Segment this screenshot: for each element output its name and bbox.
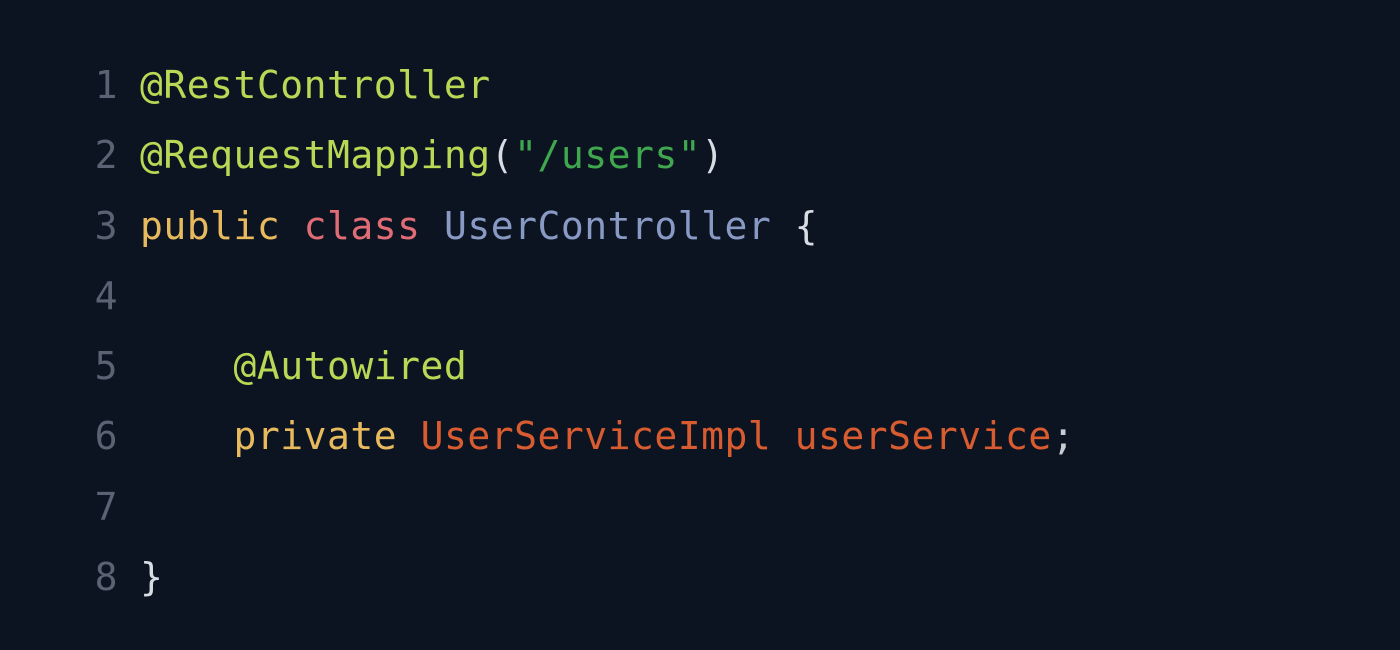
code-line[interactable]: 6 private UserServiceImpl userService; [0,401,1400,471]
code-editor[interactable]: 1@RestController2@RequestMapping("/users… [0,50,1400,612]
token-keyword-public: public [140,204,280,248]
token-punct: ; [1052,414,1075,458]
code-line[interactable]: 5 @Autowired [0,331,1400,401]
token-punct [771,414,794,458]
token-punct [771,204,794,248]
code-content[interactable]: private UserServiceImpl userService; [140,401,1075,471]
token-keyword-private: private [234,414,398,458]
code-line[interactable]: 2@RequestMapping("/users") [0,120,1400,190]
code-content[interactable]: } [140,542,163,612]
token-variable: userService [795,414,1052,458]
code-content[interactable]: @RequestMapping("/users") [140,120,724,190]
token-punct [140,344,234,388]
token-annotation: @RestController [140,63,491,107]
token-punct [397,414,420,458]
token-keyword-class: class [304,204,421,248]
line-number: 3 [0,191,140,261]
token-type-name: UserServiceImpl [421,414,772,458]
code-content[interactable]: public class UserController { [140,191,818,261]
token-class-name: UserController [444,204,771,248]
token-punct [280,204,303,248]
code-content[interactable]: @Autowired [140,331,467,401]
line-number: 5 [0,331,140,401]
token-brace: } [140,555,163,599]
token-annotation: @Autowired [234,344,468,388]
line-number: 7 [0,472,140,542]
code-line[interactable]: 7 [0,472,1400,542]
token-punct [421,204,444,248]
token-punct [140,414,234,458]
token-brace: { [795,204,818,248]
code-line[interactable]: 1@RestController [0,50,1400,120]
token-paren: ) [701,133,724,177]
line-number: 2 [0,120,140,190]
line-number: 6 [0,401,140,471]
line-number: 4 [0,261,140,331]
token-annotation: @RequestMapping [140,133,491,177]
code-line[interactable]: 3public class UserController { [0,191,1400,261]
line-number: 8 [0,542,140,612]
code-content[interactable]: @RestController [140,50,491,120]
code-line[interactable]: 4 [0,261,1400,331]
token-paren: ( [491,133,514,177]
token-string: "/users" [514,133,701,177]
code-line[interactable]: 8} [0,542,1400,612]
line-number: 1 [0,50,140,120]
